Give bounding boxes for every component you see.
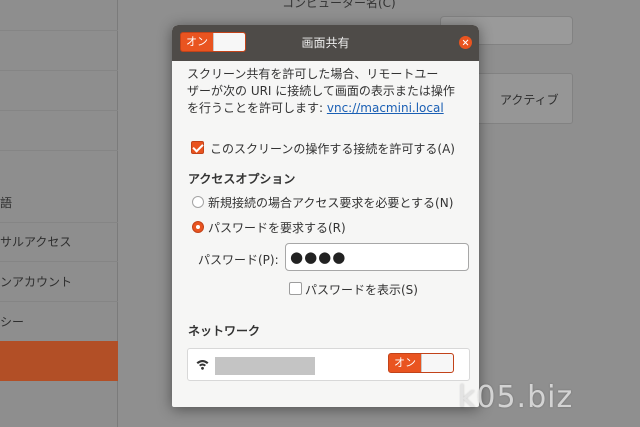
wifi-icon [196,360,209,370]
screen-sharing-toggle[interactable]: オン [180,32,246,52]
sidebar-item[interactable] [0,111,118,151]
network-toggle[interactable]: オン [388,353,454,373]
vnc-uri-link[interactable]: vnc://macmini.local [327,101,444,115]
sidebar-item[interactable] [0,31,118,71]
show-password-checkbox[interactable] [289,282,302,295]
toggle-knob [213,33,245,51]
password-value: ●●●● [290,248,347,266]
sidebar-item-online-accounts[interactable]: ンアカウント [0,262,118,302]
sidebar-item-universal-access[interactable]: サルアクセス [0,222,118,262]
sidebar-item[interactable] [0,0,118,31]
toggle-knob [421,354,453,372]
toggle-on-label: オン [394,356,416,369]
background-status-text: アクティブ [500,93,559,107]
description-text: スクリーン共有を許可した場合、リモートユー ザーが次の URI に接続して画面の… [187,67,455,115]
close-icon[interactable] [459,36,472,49]
show-password-label[interactable]: パスワードを表示(S) [305,281,418,298]
toggle-on-label: オン [186,35,208,48]
dialog-titlebar: 画面共有 オン [172,25,479,61]
sidebar-item[interactable]: 語 [0,183,118,223]
require-password-radio[interactable] [192,221,204,233]
sidebar-item-privacy[interactable]: シー [0,302,118,342]
require-password-label[interactable]: パスワードを要求する(R) [208,219,346,236]
allow-control-checkbox[interactable] [191,141,204,154]
network-name-redacted [215,357,315,375]
sidebar-item-sharing[interactable] [0,341,118,381]
access-options-heading: アクセスオプション [188,172,296,186]
new-connections-radio[interactable] [192,196,204,208]
new-connections-label[interactable]: 新規接続の場合アクセス要求を必要とする(N) [208,194,453,211]
watermark-text: k05.biz [458,380,574,415]
password-input[interactable]: ●●●● [285,243,469,271]
network-heading: ネットワーク [188,324,261,338]
background-computer-name-label: コンピューター名(C) [282,0,396,10]
sidebar-item[interactable] [0,71,118,111]
screen-sharing-dialog: 画面共有 オン スクリーン共有を許可した場合、リモートユー ザーが次の URI … [172,25,479,407]
password-field-label: パスワード(P): [198,253,279,267]
allow-control-label[interactable]: このスクリーンの操作する接続を許可する(A) [210,140,455,157]
background-sidebar: 語 サルアクセス ンアカウント シー [0,0,118,427]
